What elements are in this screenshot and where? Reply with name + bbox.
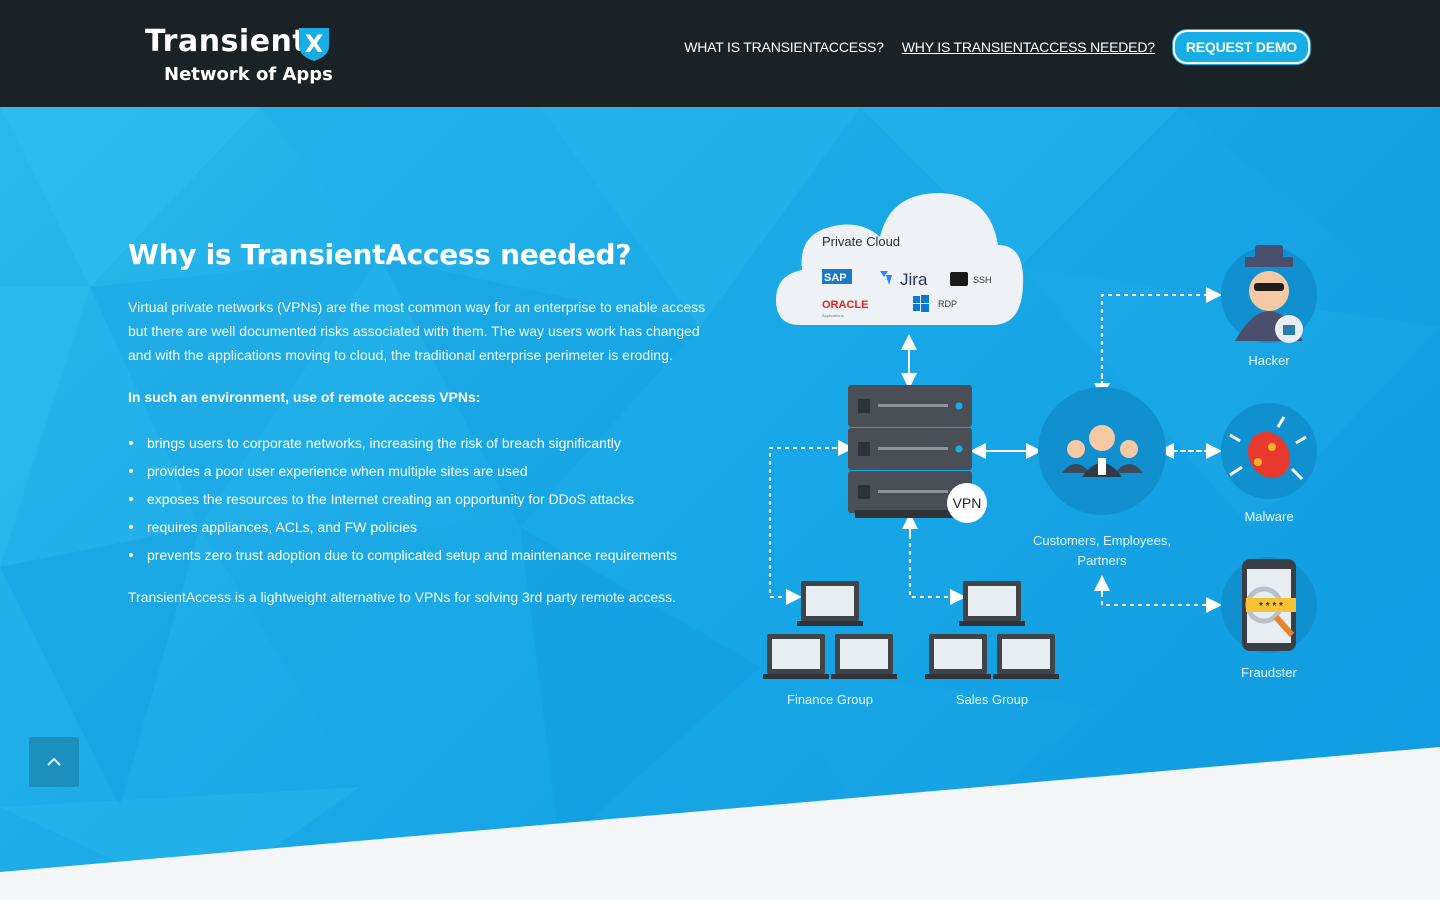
vpn-diagram: Private Cloud SAP ORACLE Applications Ji… [763,193,1317,707]
request-demo-button[interactable]: REQUEST DEMO [1172,30,1310,64]
hacker-icon [1221,245,1317,343]
list-item: brings users to corporate networks, incr… [128,431,677,459]
oracle-sub-label: Applications [822,313,844,318]
hero-section: Why is TransientAccess needed? Virtual p… [0,107,1440,900]
brand-tagline: Network of Apps [164,64,333,85]
finance-laptops-icon [763,581,897,679]
section-title: Why is TransientAccess needed? [128,238,632,271]
risk-list: brings users to corporate networks, incr… [128,431,677,571]
fraudster-icon: * * * * [1221,557,1317,653]
users-label-line1: Customers, Employees, [1033,533,1171,548]
fraudster-label: Fraudster [1241,665,1297,680]
private-cloud: Private Cloud SAP ORACLE Applications Ji… [776,193,1024,325]
jira-label: Jira [900,270,928,289]
site-header: Transient X Network of Apps WHAT IS TRAN… [0,0,1440,107]
list-item: exposes the resources to the Internet cr… [128,487,677,515]
intro-paragraph: Virtual private networks (VPNs) are the … [128,299,706,363]
brand-x-mark-icon: X [299,28,329,61]
sap-label: SAP [824,272,847,284]
closing-paragraph: TransientAccess is a lightweight alterna… [128,589,677,605]
oracle-label: ORACLE [822,299,868,311]
cloud-title: Private Cloud [822,234,900,249]
main-nav: WHAT IS TRANSIENTACCESS? WHY IS TRANSIEN… [666,30,1310,64]
chevron-up-icon [47,757,61,766]
hacker-label: Hacker [1248,353,1290,368]
scroll-to-top-button[interactable] [29,737,79,787]
vpn-server-icon: VPN [848,385,987,523]
list-item: prevents zero trust adoption due to comp… [128,543,677,571]
finance-group-label: Finance Group [787,692,873,707]
nav-what-is[interactable]: WHAT IS TRANSIENTACCESS? [684,39,884,55]
list-item: requires appliances, ACLs, and FW polici… [128,515,677,543]
sales-group-label: Sales Group [956,692,1028,707]
brand-x-letter: X [305,30,324,58]
bullets-heading: In such an environment, use of remote ac… [128,389,481,405]
users-group-icon [1038,387,1166,515]
ssh-label: SSH [973,275,992,285]
terminal-icon [950,272,968,286]
list-item: provides a poor user experience when mul… [128,459,677,487]
password-mask: * * * * [1259,601,1283,612]
sales-laptops-icon [925,581,1059,679]
malware-label: Malware [1244,509,1293,524]
brand-logo[interactable]: Transient X Network of Apps [145,24,333,85]
rdp-label: RDP [938,299,957,309]
brand-name: Transient [145,24,308,59]
nav-why-needed[interactable]: WHY IS TRANSIENTACCESS NEEDED? [902,39,1155,55]
malware-bug-icon [1221,403,1317,499]
vpn-label: VPN [953,495,982,511]
users-label-line2: Partners [1077,553,1127,568]
